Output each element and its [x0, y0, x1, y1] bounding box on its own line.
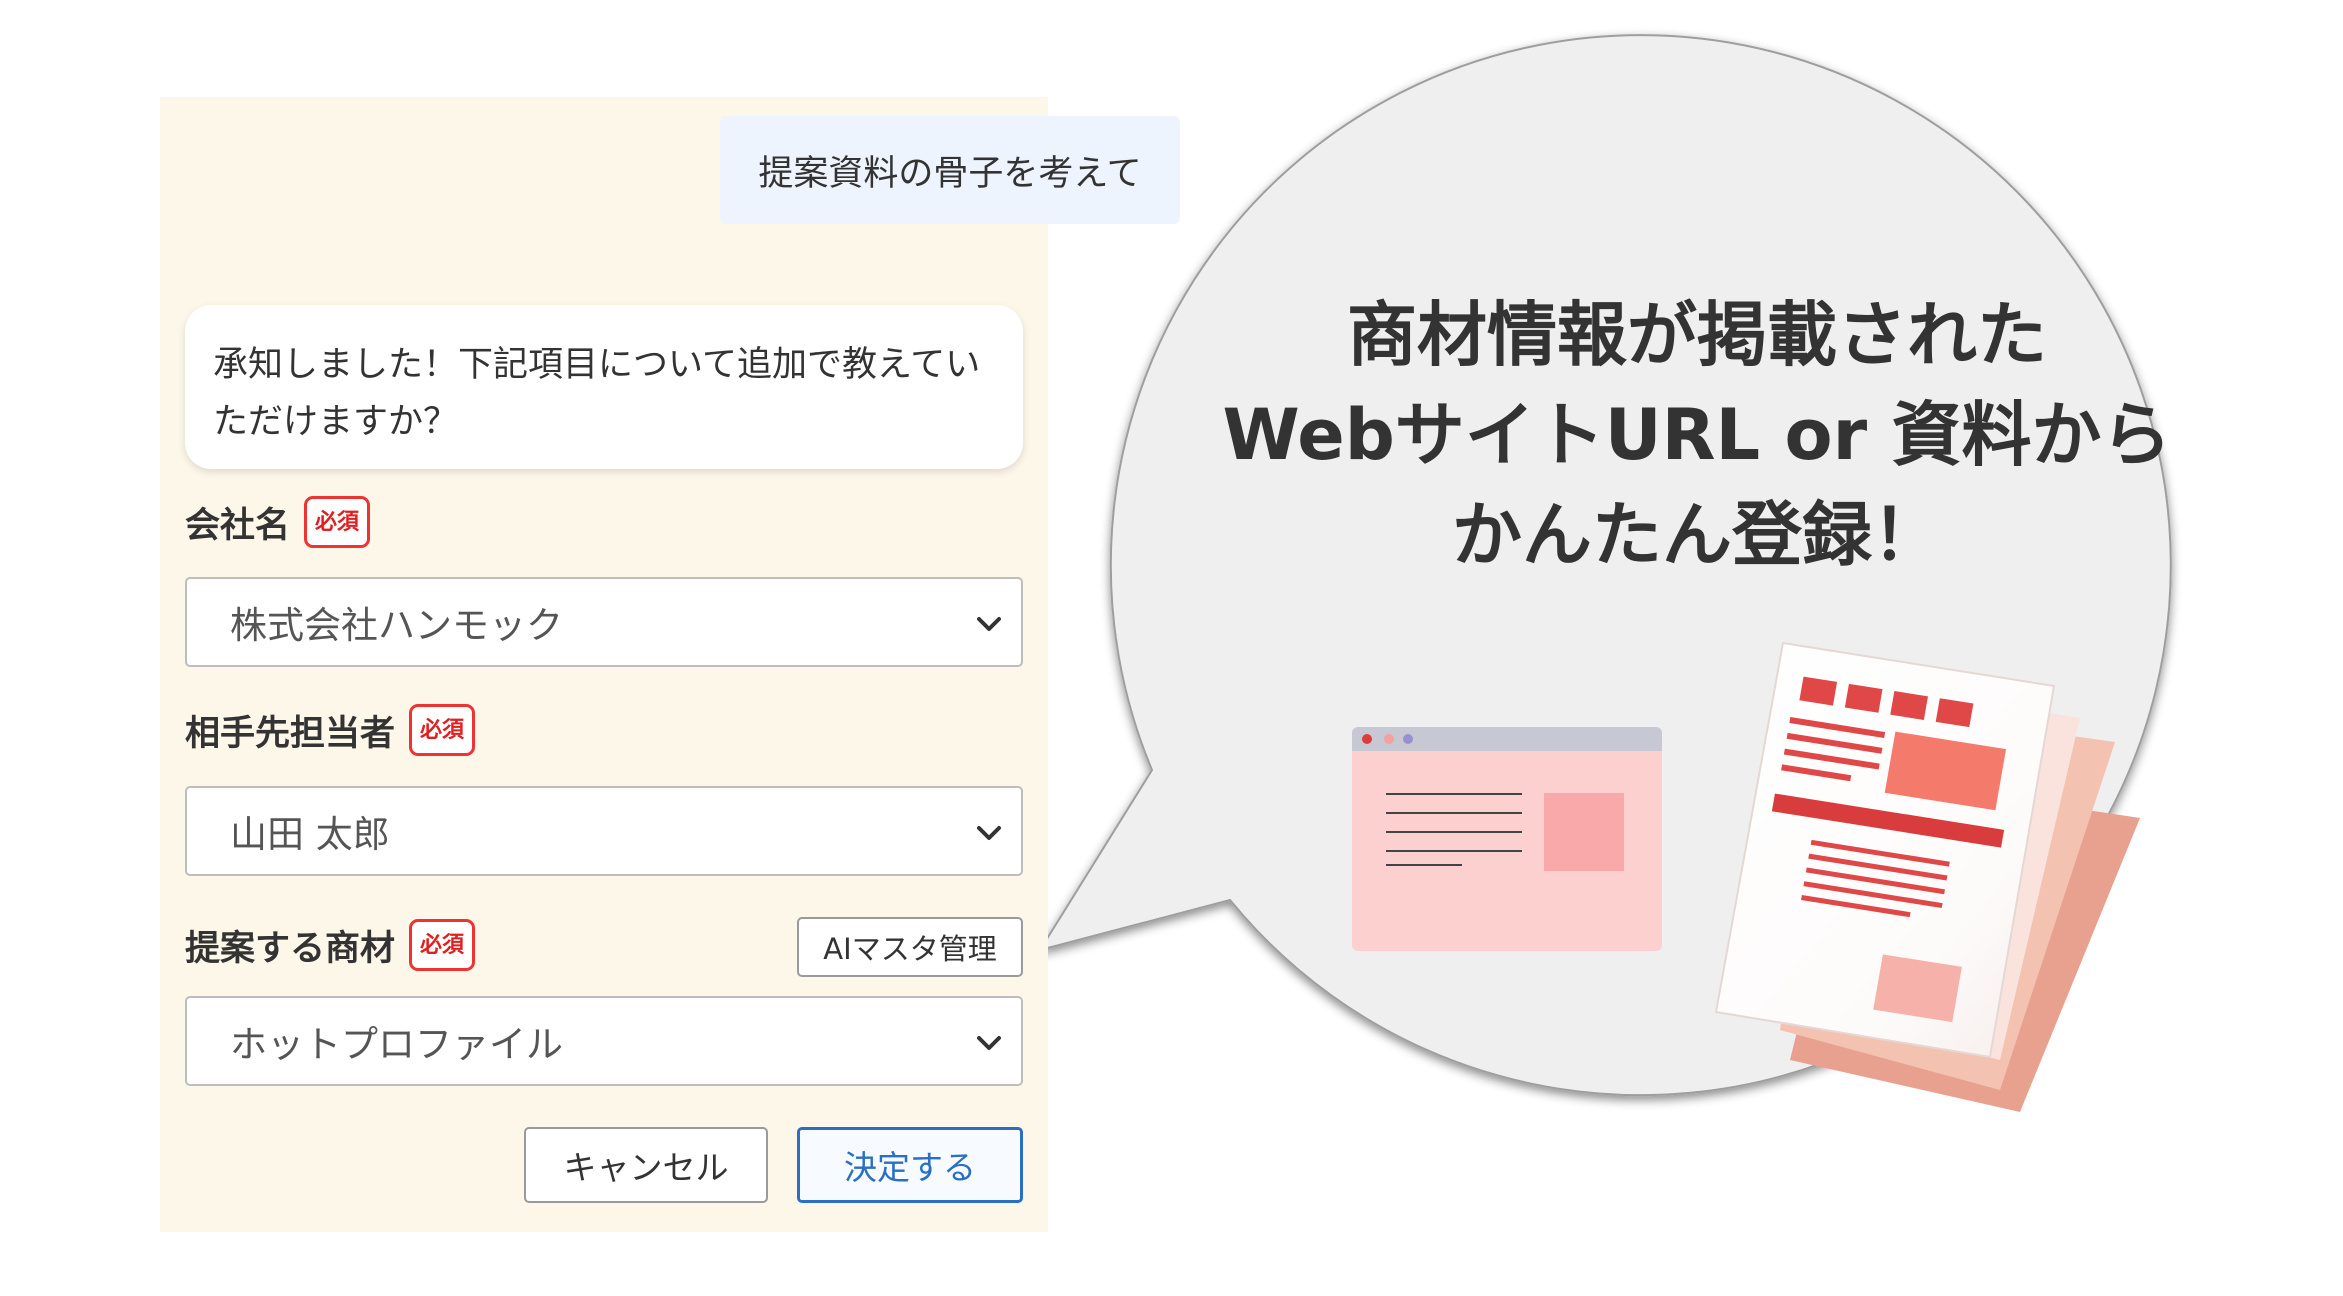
user-message-bubble: 提案資料の骨子を考えて	[720, 116, 1180, 224]
contact-select[interactable]: 山田 太郎	[185, 786, 1023, 876]
confirm-button-label: 決定する	[844, 1148, 976, 1187]
required-badge: 必須	[409, 704, 476, 756]
product-select-value: ホットプロファイル	[230, 1023, 563, 1066]
confirm-button[interactable]: 決定する	[797, 1127, 1023, 1203]
chevron-down-icon	[977, 826, 1001, 840]
cancel-button-label: キャンセル	[563, 1148, 729, 1187]
callout-headline: 商材情報が掲載された WebサイトURL or 資料から かんたん登録！	[1222, 285, 2172, 585]
bot-message-bubble: 承知しました！下記項目について追加で教えていただけますか？	[185, 305, 1023, 469]
ai-master-button-label: AIマスタ管理	[823, 932, 997, 966]
product-field-label: 提案する商材 必須	[185, 915, 476, 975]
product-select[interactable]: ホットプロファイル	[185, 996, 1023, 1086]
user-message-text: 提案資料の骨子を考えて	[758, 153, 1142, 194]
callout-line-3: かんたん登録！	[1452, 494, 1942, 576]
company-label-text: 会社名	[185, 505, 291, 546]
callout-line-2: WebサイトURL or 資料から	[1222, 394, 2172, 476]
chevron-down-icon	[977, 617, 1001, 631]
contact-label-text: 相手先担当者	[185, 713, 396, 754]
product-label-text: 提案する商材	[185, 928, 396, 969]
ai-master-button[interactable]: AIマスタ管理	[797, 917, 1023, 977]
bot-message-text: 承知しました！下記項目について追加で教えていただけますか？	[213, 345, 981, 442]
required-badge: 必須	[304, 496, 371, 548]
company-select-value: 株式会社ハンモック	[230, 604, 563, 647]
browser-window-icon	[1352, 727, 1662, 951]
callout-line-1: 商材情報が掲載された	[1347, 294, 2047, 376]
cancel-button[interactable]: キャンセル	[524, 1127, 768, 1203]
contact-select-value: 山田 太郎	[230, 813, 390, 856]
chat-panel: 提案資料の骨子を考えて 承知しました！下記項目について追加で教えていただけますか…	[160, 97, 1180, 1232]
chevron-down-icon	[977, 1036, 1001, 1050]
contact-field-label: 相手先担当者 必須	[185, 700, 476, 760]
company-field-label: 会社名 必須	[185, 492, 371, 552]
required-badge: 必須	[409, 919, 476, 971]
company-select[interactable]: 株式会社ハンモック	[185, 577, 1023, 667]
